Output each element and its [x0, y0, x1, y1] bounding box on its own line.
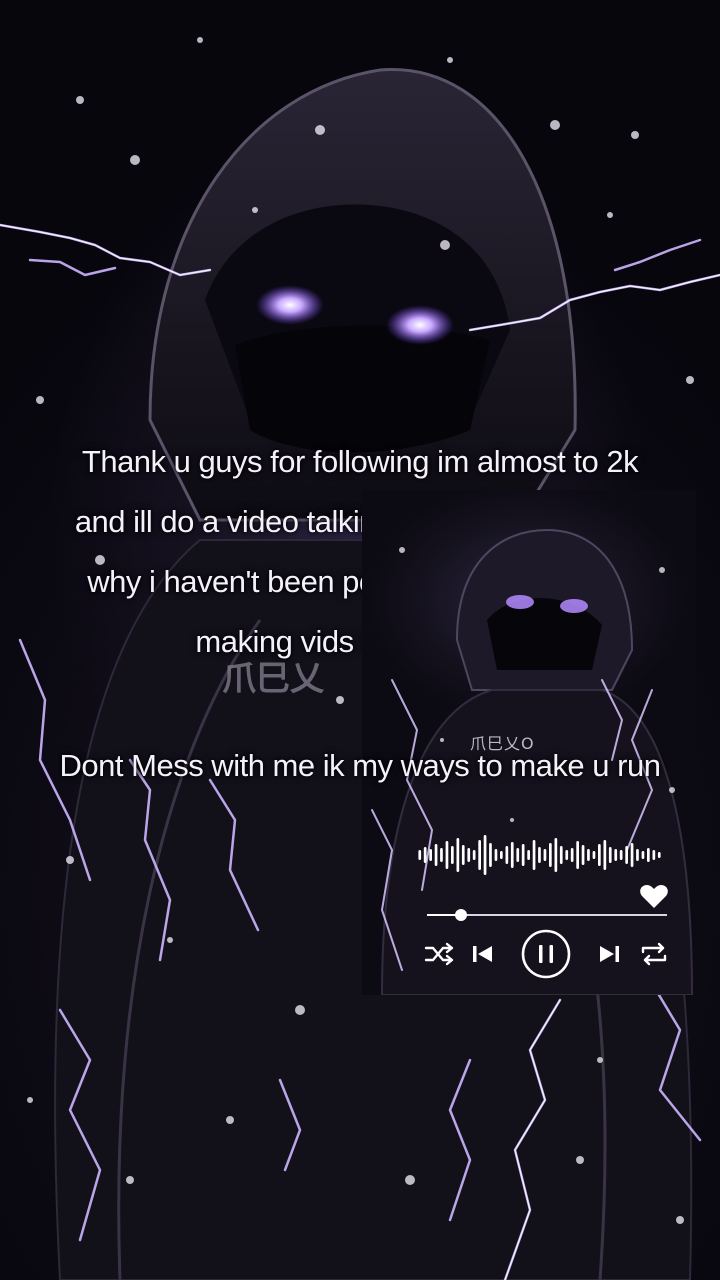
waveform-bar [434, 844, 438, 866]
progress-knob[interactable] [454, 909, 467, 921]
waveform-bar [581, 845, 585, 865]
waveform-bar [445, 841, 449, 869]
waveform-bar [467, 848, 471, 862]
play-pause-button[interactable] [520, 928, 572, 980]
repeat-button[interactable] [638, 940, 670, 968]
repeat-icon [641, 942, 667, 966]
caption-line-1: Thank u guys for following im almost to … [81, 444, 639, 479]
waveform-bar [603, 840, 607, 870]
waveform-bar [429, 849, 432, 861]
waveform-bar [418, 850, 422, 860]
waveform-bar [440, 848, 443, 862]
audio-waveform [418, 835, 661, 875]
waveform-bar [647, 848, 650, 862]
waveform-bar [630, 843, 634, 867]
waveform-bar [516, 848, 520, 862]
waveform-bar [505, 846, 509, 864]
waveform-bar [549, 843, 552, 867]
waveform-bar [472, 850, 476, 860]
waveform-bar [625, 846, 628, 864]
shuffle-icon [424, 942, 454, 966]
waveform-bar [636, 849, 639, 861]
waveform-bar [521, 844, 525, 866]
video-frame: 爪巳乂 Thank u guys for following im almost… [0, 0, 720, 1280]
skip-previous-icon [473, 946, 492, 962]
progress-slider[interactable] [427, 909, 667, 921]
waveform-bar [456, 838, 460, 872]
waveform-bar [489, 843, 492, 867]
pause-icon [521, 929, 571, 979]
waveform-bar [652, 850, 656, 860]
waveform-bar [510, 842, 514, 868]
waveform-bar [538, 847, 541, 863]
waveform-bar [587, 849, 590, 861]
caption-line-5: Dont Mess with me ik my ways to make u r… [59, 748, 661, 783]
like-button[interactable] [639, 884, 669, 910]
waveform-bar [554, 838, 558, 872]
waveform-bar [423, 847, 427, 863]
waveform-bar [494, 849, 498, 861]
skip-next-icon [600, 946, 619, 962]
waveform-bar [641, 851, 645, 859]
waveform-bar [461, 845, 465, 865]
waveform-bar [614, 849, 618, 861]
next-button[interactable] [596, 940, 622, 968]
waveform-bar [543, 849, 547, 861]
waveform-bar [478, 840, 481, 870]
waveform-bar [592, 851, 596, 859]
previous-button[interactable] [470, 940, 496, 968]
waveform-bar [451, 846, 454, 864]
waveform-bar [527, 850, 530, 860]
waveform-bar [565, 850, 569, 860]
waveform-bar [483, 835, 487, 875]
shuffle-button[interactable] [424, 942, 456, 966]
waveform-bar [559, 846, 563, 864]
waveform-bar [598, 844, 601, 866]
waveform-bar [570, 848, 574, 862]
waveform-bar [619, 850, 623, 860]
waveform-bar [576, 841, 579, 869]
heart-icon [640, 885, 668, 908]
waveform-bar [657, 852, 661, 858]
waveform-bar [500, 851, 503, 859]
waveform-bar [532, 840, 536, 870]
waveform-bar [608, 847, 612, 863]
